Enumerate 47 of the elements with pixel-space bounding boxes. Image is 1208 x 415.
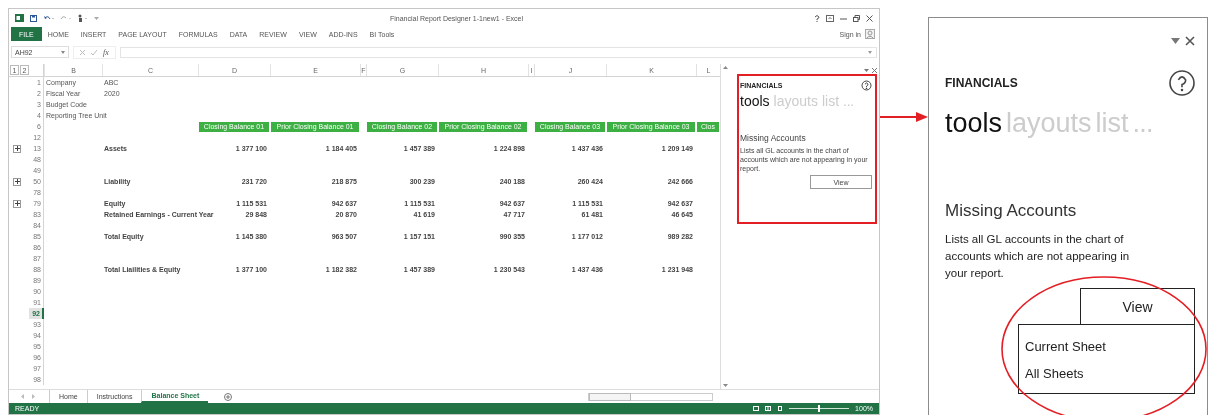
expand-button[interactable]	[13, 144, 21, 153]
avatar-icon	[865, 29, 875, 39]
menu-item[interactable]: Current Sheet	[1019, 336, 1112, 357]
pane-title: FINANCIALS	[945, 76, 1018, 90]
page-break-icon[interactable]	[777, 406, 784, 411]
scroll-up-icon[interactable]	[723, 66, 728, 69]
close-icon[interactable]	[866, 14, 873, 22]
view-button[interactable]: View	[1080, 288, 1195, 324]
close-icon[interactable]	[872, 67, 877, 73]
check-icon[interactable]	[91, 49, 97, 55]
caret-icon[interactable]	[1171, 38, 1180, 44]
plus-icon	[14, 179, 20, 184]
card-title: Missing Accounts	[945, 201, 1078, 221]
help-icon[interactable]	[861, 80, 872, 91]
expand-button[interactable]	[13, 177, 21, 186]
save-icon[interactable]	[30, 14, 37, 22]
card-description: Lists all GL accounts in the chart of accounts which are not appearing in your report.	[945, 232, 1131, 281]
vertical-scrollbar[interactable]	[720, 64, 730, 389]
touch-mode-icon[interactable]	[77, 14, 88, 22]
nav-tab[interactable]: tools	[945, 108, 1003, 139]
formula-input-field[interactable]	[119, 46, 877, 58]
ribbon-display-icon[interactable]	[826, 14, 834, 22]
scroll-down-icon[interactable]	[723, 384, 728, 387]
zoom-slider-thumb[interactable]	[818, 405, 821, 412]
caret-icon[interactable]	[94, 16, 99, 20]
insert-function-button[interactable]: fx	[103, 47, 109, 57]
page-layout-icon[interactable]	[765, 406, 772, 411]
excel-logo-icon	[15, 14, 24, 22]
callout-arrow	[880, 112, 928, 122]
close-icon[interactable]	[1185, 36, 1195, 46]
horizontal-scrollbar[interactable]	[588, 392, 713, 401]
plus-icon	[14, 146, 20, 151]
card-title: Missing Accounts	[740, 133, 807, 143]
normal-view-icon[interactable]	[753, 406, 760, 411]
scrollbar-thumb[interactable]	[589, 392, 631, 401]
undo-icon[interactable]	[43, 14, 54, 22]
caret-icon[interactable]	[61, 50, 65, 54]
help-icon[interactable]	[1169, 70, 1195, 96]
plus-icon	[14, 201, 20, 206]
add-sheet-icon[interactable]	[224, 392, 233, 401]
caret-icon[interactable]	[868, 50, 872, 54]
caret-icon[interactable]	[864, 68, 869, 72]
help-icon[interactable]	[814, 14, 820, 22]
nav-tab[interactable]: tools	[740, 93, 770, 109]
restore-icon[interactable]	[853, 14, 860, 22]
expand-button[interactable]	[13, 199, 21, 208]
menu-item[interactable]: All Sheets	[1019, 363, 1090, 384]
